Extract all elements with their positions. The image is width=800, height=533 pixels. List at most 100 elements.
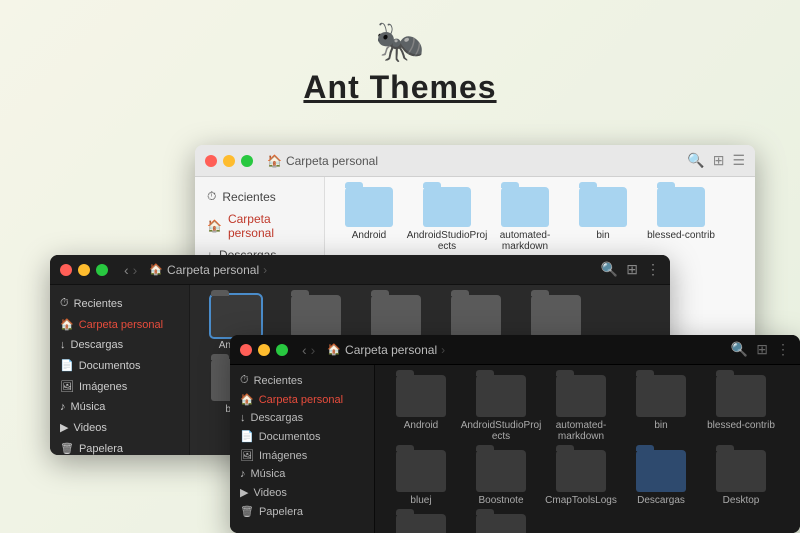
sidebar-item-papelera-dark-mid[interactable]: 🗑 Papelera — [50, 438, 189, 455]
folder-icon — [396, 514, 446, 533]
folder-icon — [211, 295, 261, 337]
folder-cmaptools-darkest[interactable]: CmapToolsLogs — [545, 450, 617, 506]
sidebar-item-documentos-darkest[interactable]: 📄 Documentos — [230, 427, 374, 446]
folder-blessed-light[interactable]: blessed-contrib — [647, 187, 715, 252]
back-arrow-icon[interactable]: ‹ — [124, 262, 129, 278]
minimize-button-light[interactable] — [223, 155, 235, 167]
ant-logo-icon: 🐜 — [0, 18, 800, 65]
search-icon-light[interactable]: 🔍 — [687, 152, 704, 169]
folder-icon — [716, 450, 766, 492]
grid-icon-darkest[interactable]: ⊞ — [756, 341, 768, 358]
sidebar-item-imagenes-darkest[interactable]: 🖼 Imágenes — [230, 446, 374, 465]
menu-icon-darkest[interactable]: ⋮ — [776, 341, 790, 358]
folder-automated-light[interactable]: automated-markdown — [491, 187, 559, 252]
folder-icon — [291, 295, 341, 337]
app-title: Ant Themes — [303, 69, 496, 105]
toolbar-right-light: 🔍 ⊞ ☰ — [687, 152, 745, 169]
sidebar-item-descargas-darkest[interactable]: ↓ Descargas — [230, 409, 374, 427]
folder-bluej-darkest[interactable]: bluej — [385, 450, 457, 506]
search-icon-dark-mid[interactable]: 🔍 — [601, 261, 618, 278]
folder-icon — [396, 450, 446, 492]
folder-icon — [657, 187, 705, 227]
grid-icon-dark-mid[interactable]: ⊞ — [626, 261, 638, 278]
sidebar-item-documentos-dark-mid[interactable]: 📄 Documentos — [50, 355, 189, 376]
search-icon-darkest[interactable]: 🔍 — [731, 341, 748, 358]
folder-icon — [423, 187, 471, 227]
folder-icon — [396, 375, 446, 417]
forward-arrow-icon[interactable]: › — [311, 342, 316, 358]
home-icon-light: 🏠 — [267, 154, 282, 168]
home-icon-dark-mid: 🏠 — [149, 263, 163, 276]
folder-dropbox-darkest[interactable]: Dropbox — [465, 514, 537, 533]
grid-icon-light[interactable]: ⊞ — [713, 152, 725, 169]
sidebar-darkest: ⏱ Recientes 🏠 Carpeta personal ↓ Descarg… — [230, 365, 375, 533]
folder-android-darkest[interactable]: Android — [385, 375, 457, 442]
clock-icon: ⏱ — [207, 189, 216, 204]
doc-icon: 📄 — [240, 430, 254, 443]
minimize-button-dark-mid[interactable] — [78, 264, 90, 276]
sidebar-item-descargas-dark-mid[interactable]: ↓ Descargas — [50, 335, 189, 355]
maximize-button-darkest[interactable] — [276, 344, 288, 356]
sidebar-item-home-darkest[interactable]: 🏠 Carpeta personal — [230, 390, 374, 409]
folder-descargas-darkest[interactable]: Descargas — [625, 450, 697, 506]
menu-icon-light[interactable]: ☰ — [732, 152, 745, 169]
maximize-button-dark-mid[interactable] — [96, 264, 108, 276]
sidebar-item-home-light[interactable]: 🏠 Carpeta personal — [195, 208, 324, 244]
doc-icon: 📄 — [60, 359, 74, 372]
folder-icon — [476, 375, 526, 417]
home-icon: 🏠 — [240, 393, 254, 406]
folder-icon — [501, 187, 549, 227]
clock-icon: ⏱ — [60, 297, 69, 310]
folder-icon — [636, 450, 686, 492]
sidebar-item-musica-darkest[interactable]: ♪ Música — [230, 465, 374, 483]
maximize-button-light[interactable] — [241, 155, 253, 167]
image-icon: 🖼 — [240, 449, 254, 462]
trash-icon: 🗑 — [240, 505, 254, 518]
window-title-darkest: 🏠 Carpeta personal › — [327, 343, 445, 357]
video-icon: ▶ — [240, 486, 248, 499]
folder-bin-light[interactable]: bin — [569, 187, 637, 252]
folder-documentos-darkest[interactable]: Documentos — [385, 514, 457, 533]
sidebar-item-videos-darkest[interactable]: ▶ Videos — [230, 483, 374, 502]
folder-automated-darkest[interactable]: automated- markdown — [545, 375, 617, 442]
menu-icon-dark-mid[interactable]: ⋮ — [646, 261, 660, 278]
toolbar-right-darkest: 🔍 ⊞ ⋮ — [731, 341, 790, 358]
home-icon-darkest: 🏠 — [327, 343, 341, 356]
close-button-dark-mid[interactable] — [60, 264, 72, 276]
sidebar-item-imagenes-dark-mid[interactable]: 🖼 Imágenes — [50, 376, 189, 397]
folder-icon — [451, 295, 501, 337]
back-arrow-icon[interactable]: ‹ — [302, 342, 307, 358]
folder-androidstudio-darkest[interactable]: AndroidStudioProj ects — [465, 375, 537, 442]
clock-icon: ⏱ — [240, 374, 249, 387]
download-icon: ↓ — [240, 412, 246, 424]
sidebar-item-recientes-darkest[interactable]: ⏱ Recientes — [230, 371, 374, 390]
folder-blessed-darkest[interactable]: blessed-contrib — [705, 375, 777, 442]
folder-icon — [345, 187, 393, 227]
download-icon: ↓ — [60, 339, 66, 351]
folder-icon — [371, 295, 421, 337]
music-icon: ♪ — [60, 401, 66, 413]
folder-bin-darkest[interactable]: bin — [625, 375, 697, 442]
folder-icon — [556, 375, 606, 417]
sidebar-item-videos-dark-mid[interactable]: ▶ Videos — [50, 417, 189, 438]
folder-androidstudio-light[interactable]: AndroidStudioProj ects — [413, 187, 481, 252]
sidebar-item-papelera-darkest[interactable]: 🗑 Papelera — [230, 502, 374, 521]
sidebar-item-recientes-light[interactable]: ⏱ Recientes — [195, 185, 324, 208]
sidebar-item-musica-dark-mid[interactable]: ♪ Música — [50, 397, 189, 417]
minimize-button-darkest[interactable] — [258, 344, 270, 356]
forward-arrow-icon[interactable]: › — [133, 262, 138, 278]
image-icon: 🖼 — [60, 380, 74, 393]
close-button-light[interactable] — [205, 155, 217, 167]
sidebar-item-recientes-dark-mid[interactable]: ⏱ Recientes — [50, 293, 189, 314]
nav-arrows-dark-mid: ‹ › — [124, 262, 137, 278]
trash-icon: 🗑 — [60, 442, 74, 455]
sidebar-item-home-dark-mid[interactable]: 🏠 Carpeta personal — [50, 314, 189, 335]
folder-desktop-darkest[interactable]: Desktop — [705, 450, 777, 506]
close-button-darkest[interactable] — [240, 344, 252, 356]
folder-android-light[interactable]: Android — [335, 187, 403, 252]
folder-icon — [556, 450, 606, 492]
sidebar-dark-mid: ⏱ Recientes 🏠 Carpeta personal ↓ Descarg… — [50, 285, 190, 455]
folder-boostnote-darkest[interactable]: Boostnote — [465, 450, 537, 506]
folder-icon — [531, 295, 581, 337]
titlebar-darkest: ‹ › 🏠 Carpeta personal › 🔍 ⊞ ⋮ — [230, 335, 800, 365]
